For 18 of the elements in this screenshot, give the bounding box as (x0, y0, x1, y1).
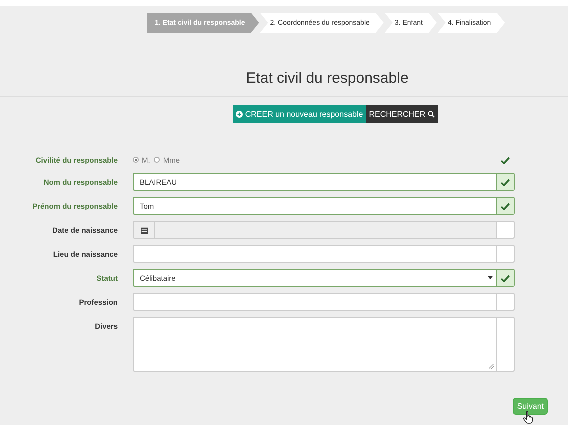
radio-button[interactable] (133, 157, 139, 163)
date-field[interactable] (133, 221, 515, 239)
search-icon (428, 110, 435, 118)
calendar-icon (140, 226, 148, 234)
check-icon (501, 178, 510, 186)
text-area[interactable] (133, 317, 515, 372)
create-button[interactable]: CREER un nouveau responsable (233, 105, 366, 123)
radio-button[interactable] (154, 157, 160, 163)
plus-circle-icon (236, 110, 244, 118)
page-heading: Etat civil du responsable (245, 70, 410, 88)
resize-grip-icon (489, 364, 494, 369)
hand-cursor-icon (523, 411, 534, 424)
search-button[interactable]: RECHERCHER (366, 105, 438, 123)
input-field[interactable] (133, 245, 515, 263)
check-icon (501, 202, 510, 210)
dropdown-arrow-icon (488, 276, 493, 280)
check-icon (501, 274, 510, 282)
input-field[interactable] (133, 293, 515, 311)
